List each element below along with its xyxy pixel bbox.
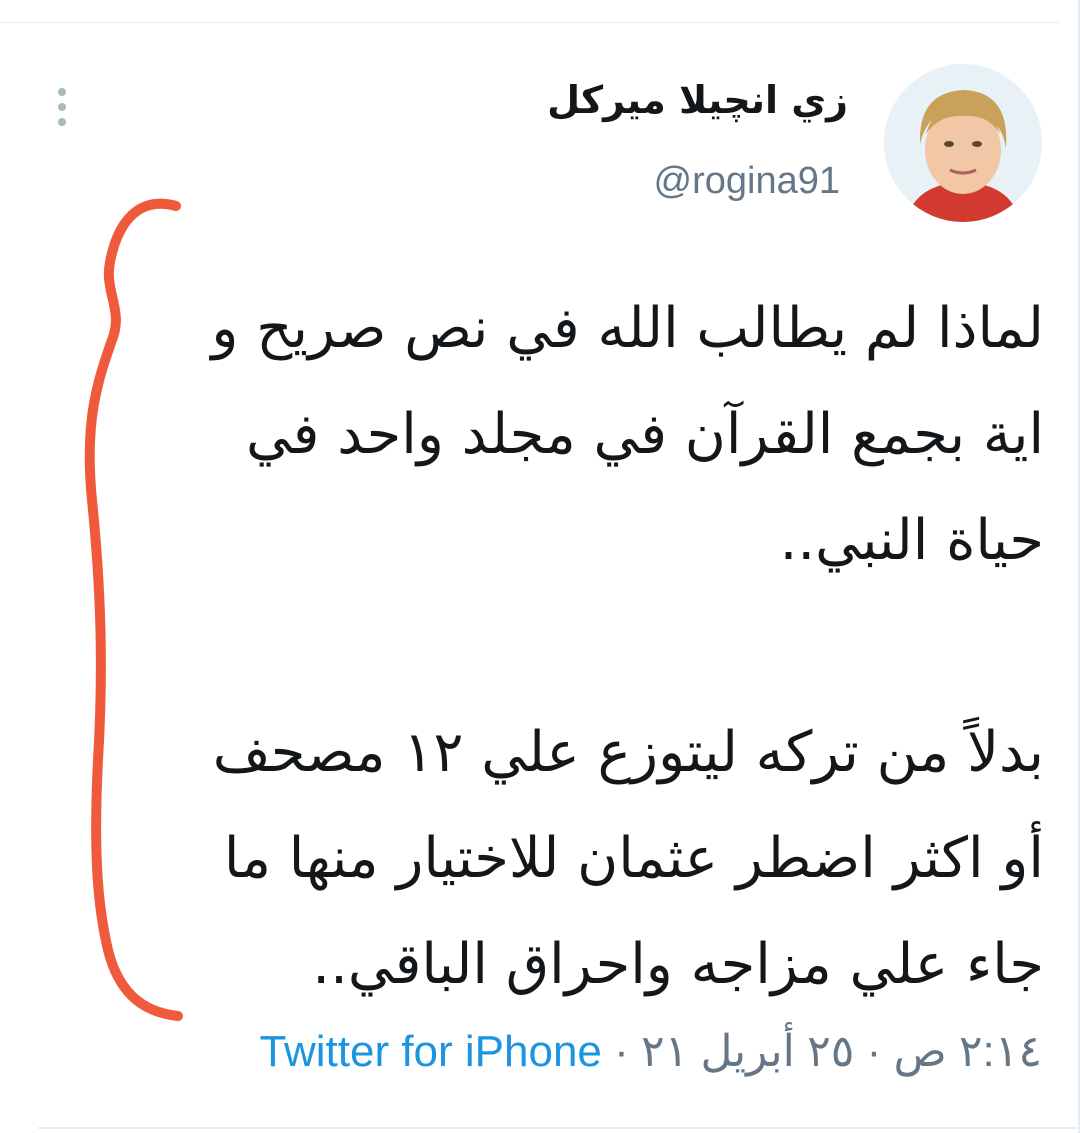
tweet-line: أو اكثر اضطر عثمان للاختيار منها ما: [223, 826, 1044, 891]
bottom-divider: [38, 1127, 1080, 1129]
meta-separator: ·: [614, 1027, 629, 1076]
tweet-date[interactable]: ٢٥ أبريل ٢١: [641, 1027, 854, 1076]
tweet-line: لماذا لم يطالب الله في نص صريح و: [211, 296, 1044, 361]
user-handle[interactable]: @rogina91: [654, 160, 840, 203]
tweet-time: ٢:١٤ ص: [893, 1027, 1042, 1076]
tweet-metadata: ٢:١٤ ص · ٢٥ أبريل ٢١ · Twitter for iPhon…: [260, 1026, 1042, 1077]
meta-separator: ·: [866, 1027, 882, 1076]
display-name[interactable]: زي انچيلا ميركل: [547, 78, 848, 122]
avatar[interactable]: [884, 64, 1042, 222]
tweet-line: اية بجمع القرآن في مجلد واحد في: [246, 402, 1044, 467]
tweet-text: لماذا لم يطالب الله في نص صريح و اية بجم…: [44, 276, 1044, 1018]
tweet-line: جاء علي مزاجه واحراق الباقي..: [312, 932, 1044, 997]
avatar-portrait-icon: [884, 64, 1042, 222]
tweet-line: حياة النبي..: [779, 508, 1044, 573]
tweet-source-link[interactable]: Twitter for iPhone: [260, 1027, 602, 1076]
tweet-line: بدلاً من تركه ليتوزع علي ١٢ مصحف: [212, 720, 1044, 785]
more-options-icon[interactable]: [50, 88, 74, 130]
top-divider: [0, 22, 1060, 23]
